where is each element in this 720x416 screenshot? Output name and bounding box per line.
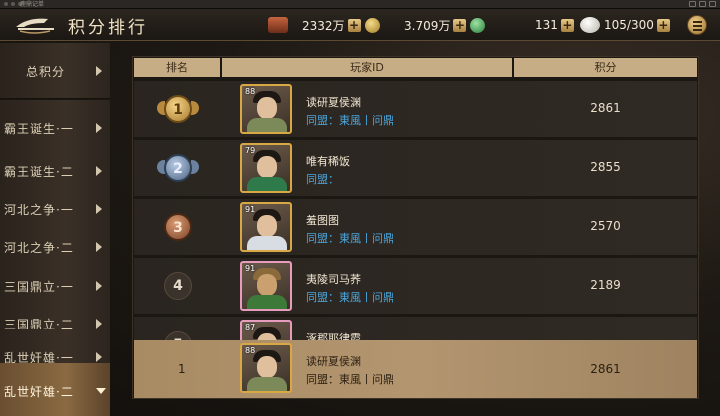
header-score: 积分 — [594, 61, 617, 74]
my-score-value: 2861 — [590, 362, 621, 376]
level-badge: 88 — [245, 87, 256, 96]
table-row[interactable]: 3 91 羞图图 同盟：東風丨问鼎 2570 — [134, 199, 697, 255]
header-rank: 排名 — [134, 58, 222, 77]
add-stamina-button[interactable]: + — [656, 18, 670, 32]
my-alliance-text: 同盟：東風丨问鼎 — [306, 373, 394, 386]
chevron-down-icon — [96, 388, 106, 394]
score-value: 2861 — [590, 101, 621, 115]
alliance-text: 同盟： — [306, 173, 339, 186]
medal-wing-icon — [191, 160, 199, 174]
sidebar-item-label: 霸王诞生·二 — [4, 165, 74, 179]
window-button-icon[interactable] — [689, 1, 696, 7]
food-value: 131 — [535, 18, 558, 32]
level-badge: 91 — [245, 205, 256, 214]
avatar[interactable]: 79 — [240, 143, 292, 193]
avatar[interactable]: 88 — [240, 84, 292, 134]
chevron-right-icon — [96, 242, 102, 252]
back-arrow-icon[interactable] — [14, 15, 56, 35]
alliance-text: 同盟：東風丨问鼎 — [306, 232, 394, 245]
add-jade-button[interactable]: + — [453, 18, 467, 32]
stamina-resource: 105/300 + — [604, 16, 670, 34]
category-sidebar: 总积分 霸王诞生·一 霸王诞生·二 河北之争·一 河北之争·二 三国鼎立·一 三… — [0, 43, 110, 416]
chevron-right-icon — [96, 66, 102, 76]
player-name: 羞图图 — [306, 214, 339, 227]
my-rank: 1 — [178, 362, 186, 376]
sidebar-item-label: 河北之争·一 — [4, 203, 74, 217]
avatar[interactable]: 91 — [240, 261, 292, 311]
rank-medal-gold-icon: 1 — [164, 95, 192, 123]
score-value: 2189 — [590, 278, 621, 292]
score-value: 2855 — [590, 160, 621, 174]
top-bar: 积分排行 2332万 + 3.709万 + 131 + 105/300 + — [0, 9, 720, 41]
header-player-id: 玩家ID — [222, 58, 514, 77]
level-badge: 87 — [245, 323, 256, 332]
rank-medal-bronze-icon: 3 — [164, 213, 192, 241]
chevron-right-icon — [96, 319, 102, 329]
add-food-button[interactable]: + — [560, 18, 574, 32]
table-row[interactable]: 4 91 夷陵司马荞 同盟：東風丨问鼎 2189 — [134, 258, 697, 314]
window-extra-controls[interactable] — [689, 1, 716, 7]
my-player-name: 读研夏侯渊 — [306, 355, 361, 368]
silver-value: 2332万 — [302, 18, 345, 33]
chest-icon — [268, 17, 288, 33]
rank-number: 4 — [164, 272, 192, 300]
jade-coin-icon — [470, 17, 486, 33]
level-badge: 79 — [245, 146, 256, 155]
medal-wing-icon — [191, 101, 199, 115]
avatar[interactable]: 91 — [240, 202, 292, 252]
chevron-right-icon — [96, 281, 102, 291]
alliance-text: 同盟：東風丨问鼎 — [306, 291, 394, 304]
table-row[interactable]: 2 79 唯有稀饭 同盟： 2855 — [134, 140, 697, 196]
alliance-text: 同盟：東風丨问鼎 — [306, 114, 394, 127]
player-name: 读研夏侯渊 — [306, 96, 361, 109]
food-resource: 131 + — [535, 16, 604, 34]
sidebar-item-season-4b[interactable]: 乱世奸雄·二 — [0, 363, 110, 416]
my-ranking-row[interactable]: 1 88 读研夏侯渊 同盟：東風丨问鼎 2861 — [134, 340, 697, 398]
close-dot-icon[interactable] — [4, 2, 8, 6]
jade-value: 3.709万 — [404, 18, 451, 33]
os-title-bar: 鹿鼎记单 — [0, 0, 720, 9]
sidebar-item-label: 三国鼎立·一 — [4, 280, 74, 294]
player-name: 唯有稀饭 — [306, 155, 350, 168]
jade-resource: 3.709万 + — [404, 16, 486, 34]
chevron-right-icon — [96, 166, 102, 176]
avatar[interactable]: 88 — [240, 343, 292, 393]
sidebar-item-label: 乱世奸雄·二 — [4, 385, 74, 399]
sidebar-item-total[interactable]: 总积分 — [0, 43, 110, 99]
rice-icon — [579, 17, 600, 33]
silver-resource: 2332万 + — [268, 16, 380, 34]
gold-coin-icon — [364, 17, 380, 33]
sidebar-item-label: 总积分 — [26, 65, 66, 79]
add-silver-button[interactable]: + — [347, 18, 361, 32]
level-badge: 88 — [245, 346, 256, 355]
level-badge: 91 — [245, 264, 256, 273]
table-header: 排名 玩家ID 积分 — [134, 58, 697, 77]
sidebar-item-label: 霸王诞生·一 — [4, 122, 74, 136]
window-title: 鹿鼎记单 — [20, 1, 45, 8]
chevron-right-icon — [96, 352, 102, 362]
page-title: 积分排行 — [68, 18, 148, 38]
chevron-right-icon — [96, 123, 102, 133]
stamina-value: 105/300 — [604, 18, 654, 32]
rank-medal-silver-icon: 2 — [164, 154, 192, 182]
chevron-right-icon — [96, 204, 102, 214]
sidebar-item-label: 河北之争·二 — [4, 241, 74, 255]
window-button-icon[interactable] — [709, 1, 716, 7]
score-value: 2570 — [590, 219, 621, 233]
menu-button[interactable] — [687, 15, 707, 35]
player-name: 夷陵司马荞 — [306, 273, 361, 286]
table-row[interactable]: 1 88 读研夏侯渊 同盟：東風丨问鼎 2861 — [134, 81, 697, 137]
window-button-icon[interactable] — [699, 1, 706, 7]
minimize-dot-icon[interactable] — [11, 2, 15, 6]
